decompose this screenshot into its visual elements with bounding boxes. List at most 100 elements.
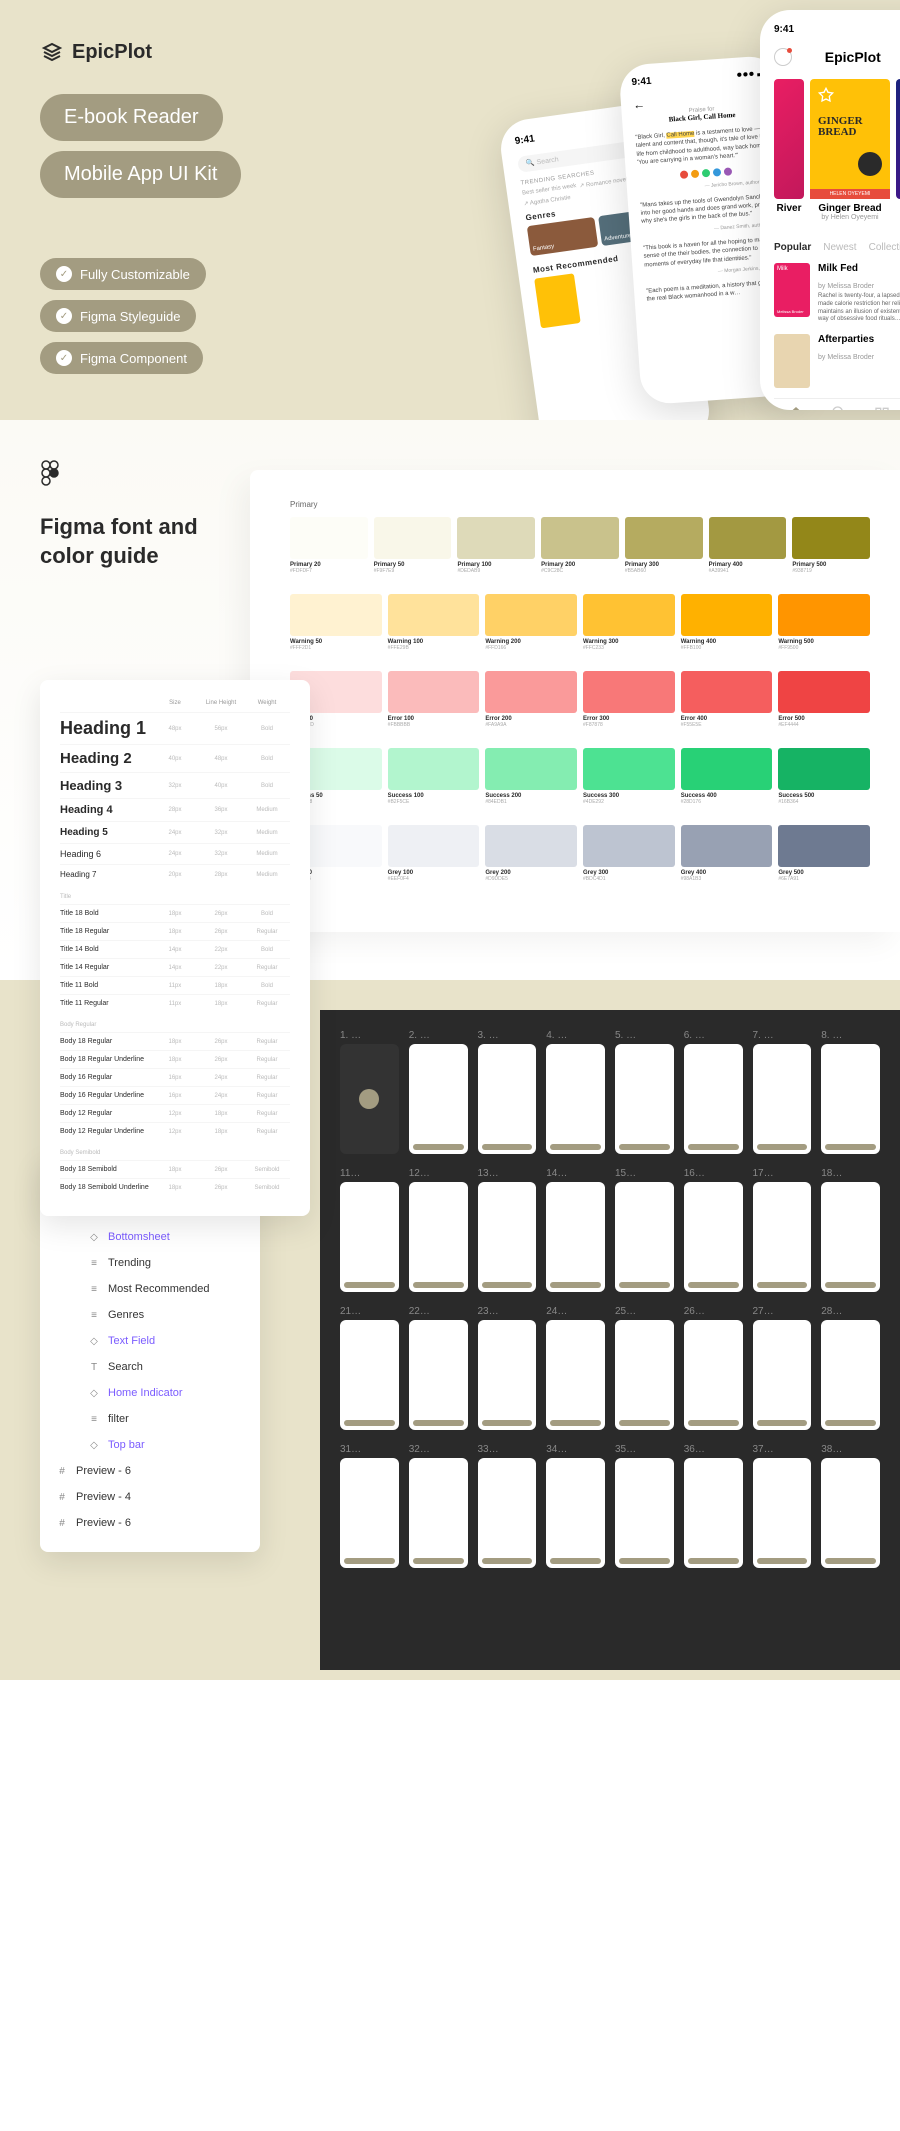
screen-thumb[interactable]: 3. … bbox=[478, 1030, 537, 1154]
color-swatch: Error 500#EF4444 bbox=[778, 671, 870, 728]
color-palette: Primary Primary 20#FDFDF7Primary 50#F9F7… bbox=[250, 470, 900, 932]
color-swatch: Primary 400#A39941 bbox=[709, 517, 787, 574]
phone-home: 9:41●●● 📶 ▬ EpicPlot �目 River GINGERBREA… bbox=[760, 10, 900, 410]
screen-thumb[interactable]: 16… bbox=[684, 1168, 743, 1292]
screen-thumb[interactable]: 12… bbox=[409, 1168, 468, 1292]
tab-newest[interactable]: Newest bbox=[823, 242, 856, 253]
typo-row: Body 12 Regular Underline12px18pxRegular bbox=[60, 1122, 290, 1140]
screen-thumb[interactable]: 28… bbox=[821, 1306, 880, 1430]
layer-row[interactable]: #Preview - 6 bbox=[56, 1510, 244, 1536]
color-swatch: Success 200#84EDB1 bbox=[485, 748, 577, 805]
layer-row[interactable]: ◇Home Indicator bbox=[56, 1380, 244, 1406]
screen-thumb[interactable]: 31… bbox=[340, 1444, 399, 1568]
screen-thumb[interactable]: 7. … bbox=[753, 1030, 812, 1154]
screen-thumb[interactable]: 2. … bbox=[409, 1030, 468, 1154]
screen-thumb[interactable]: 38… bbox=[821, 1444, 880, 1568]
color-swatch: Success 400#28D176 bbox=[681, 748, 773, 805]
notification-icon[interactable] bbox=[774, 48, 792, 66]
home-icon[interactable] bbox=[788, 405, 804, 410]
star-icon bbox=[818, 87, 834, 103]
screen-thumb[interactable]: 35… bbox=[615, 1444, 674, 1568]
typo-row: Body 18 Regular Underline18px26pxRegular bbox=[60, 1050, 290, 1068]
screen-thumb[interactable]: 25… bbox=[615, 1306, 674, 1430]
typo-row: Body 12 Regular12px18pxRegular bbox=[60, 1104, 290, 1122]
typo-row: Heading 720px28pxMedium bbox=[60, 864, 290, 884]
screen-thumb[interactable]: 37… bbox=[753, 1444, 812, 1568]
typo-row: Heading 624px32pxMedium bbox=[60, 843, 290, 864]
layer-row[interactable]: ◇Bottomsheet bbox=[56, 1224, 244, 1250]
typo-row: Title 14 Bold14px22pxBold bbox=[60, 940, 290, 958]
screen-thumb[interactable]: 21… bbox=[340, 1306, 399, 1430]
logo-icon bbox=[40, 40, 64, 64]
color-swatch: Grey 400#98A1B3 bbox=[681, 825, 773, 882]
screen-thumb[interactable]: 17… bbox=[753, 1168, 812, 1292]
screen-thumb[interactable]: 26… bbox=[684, 1306, 743, 1430]
layer-row[interactable]: #Preview - 4 bbox=[56, 1484, 244, 1510]
screen-thumb[interactable]: 22… bbox=[409, 1306, 468, 1430]
layer-row[interactable]: ◇Text Field bbox=[56, 1328, 244, 1354]
color-swatch: Grey 500#6E7A91 bbox=[778, 825, 870, 882]
tabs: Popular Newest Collection Bookma bbox=[774, 242, 900, 253]
typo-row: Heading 148px56pxBold bbox=[60, 712, 290, 744]
typo-row: Title 11 Regular11px18pxRegular bbox=[60, 994, 290, 1012]
feature-badge: ✓Figma Styleguide bbox=[40, 300, 196, 332]
color-swatch: Success 100#B2F5CE bbox=[388, 748, 480, 805]
section-title: Figma font and color guide bbox=[40, 513, 220, 570]
color-swatch: Warning 300#FFC233 bbox=[583, 594, 675, 651]
color-swatch: Primary 300#B5AB60 bbox=[625, 517, 703, 574]
typo-row: Title 18 Bold18px26pxBold bbox=[60, 904, 290, 922]
layer-row[interactable]: #Preview - 6 bbox=[56, 1458, 244, 1484]
check-icon: ✓ bbox=[56, 266, 72, 282]
color-swatch: Primary 500#938719 bbox=[792, 517, 870, 574]
library-icon[interactable] bbox=[874, 405, 890, 410]
layer-row[interactable]: ≡Trending bbox=[56, 1250, 244, 1276]
screen-thumb[interactable]: 1. … bbox=[340, 1030, 399, 1154]
bottom-nav bbox=[774, 398, 900, 410]
layer-row[interactable]: ≡filter bbox=[56, 1406, 244, 1432]
color-swatch: Primary 200#C9C28C bbox=[541, 517, 619, 574]
screen-thumb[interactable]: 6. … bbox=[684, 1030, 743, 1154]
screen-thumb[interactable]: 34… bbox=[546, 1444, 605, 1568]
color-swatch: Grey 100#EEF0F4 bbox=[388, 825, 480, 882]
check-icon: ✓ bbox=[56, 350, 72, 366]
typo-row: Body 18 Semibold18px26pxSemibold bbox=[60, 1160, 290, 1178]
screen-thumb[interactable]: 5. … bbox=[615, 1030, 674, 1154]
screen-thumb[interactable]: 11… bbox=[340, 1168, 399, 1292]
color-swatch: Error 300#F87878 bbox=[583, 671, 675, 728]
screen-thumb[interactable]: 36… bbox=[684, 1444, 743, 1568]
layer-row[interactable]: ≡Most Recommended bbox=[56, 1276, 244, 1302]
screen-thumb[interactable]: 15… bbox=[615, 1168, 674, 1292]
screen-thumb[interactable]: 27… bbox=[753, 1306, 812, 1430]
screen-thumb[interactable]: 8. … bbox=[821, 1030, 880, 1154]
app-title: EpicPlot bbox=[825, 49, 881, 65]
layer-row[interactable]: TSearch bbox=[56, 1354, 244, 1380]
screen-thumb[interactable]: 33… bbox=[478, 1444, 537, 1568]
book-list-item[interactable]: MilkMelissa Broder Milk Fed🔖 by Melissa … bbox=[774, 263, 900, 324]
feature-badge: ✓Figma Component bbox=[40, 342, 203, 374]
tab-collection[interactable]: Collection bbox=[869, 242, 900, 253]
color-swatch: Grey 200#D9DDE5 bbox=[485, 825, 577, 882]
screen-thumb[interactable]: 18… bbox=[821, 1168, 880, 1292]
color-swatch: Warning 100#FFE29B bbox=[388, 594, 480, 651]
hero-line2: Mobile App UI Kit bbox=[40, 151, 241, 198]
color-swatch: Error 100#FBBBBB bbox=[388, 671, 480, 728]
color-swatch: Success 300#4DE292 bbox=[583, 748, 675, 805]
screen-thumb[interactable]: 23… bbox=[478, 1306, 537, 1430]
screen-thumb[interactable]: 13… bbox=[478, 1168, 537, 1292]
typo-row: Heading 240px48pxBold bbox=[60, 744, 290, 772]
search-nav-icon[interactable] bbox=[831, 405, 847, 410]
book-list-item[interactable]: Afterparties🔖 by Melissa Broder bbox=[774, 334, 900, 388]
color-swatch: Grey 300#BDC4D1 bbox=[583, 825, 675, 882]
color-swatch: Warning 500#FF9500 bbox=[778, 594, 870, 651]
color-swatch: Error 400#F55E5E bbox=[681, 671, 773, 728]
layer-row[interactable]: ◇Top bar bbox=[56, 1432, 244, 1458]
screen-thumb[interactable]: 24… bbox=[546, 1306, 605, 1430]
tab-popular[interactable]: Popular bbox=[774, 242, 811, 253]
color-swatch: Success 500#16B364 bbox=[778, 748, 870, 805]
book-cover[interactable]: GINGERBREAD HELEN OYEYEMI bbox=[810, 79, 890, 199]
screen-thumb[interactable]: 32… bbox=[409, 1444, 468, 1568]
screen-thumb[interactable]: 4. … bbox=[546, 1030, 605, 1154]
layer-row[interactable]: ≡Genres bbox=[56, 1302, 244, 1328]
typo-row: Heading 428px36pxMedium bbox=[60, 798, 290, 821]
screen-thumb[interactable]: 14… bbox=[546, 1168, 605, 1292]
